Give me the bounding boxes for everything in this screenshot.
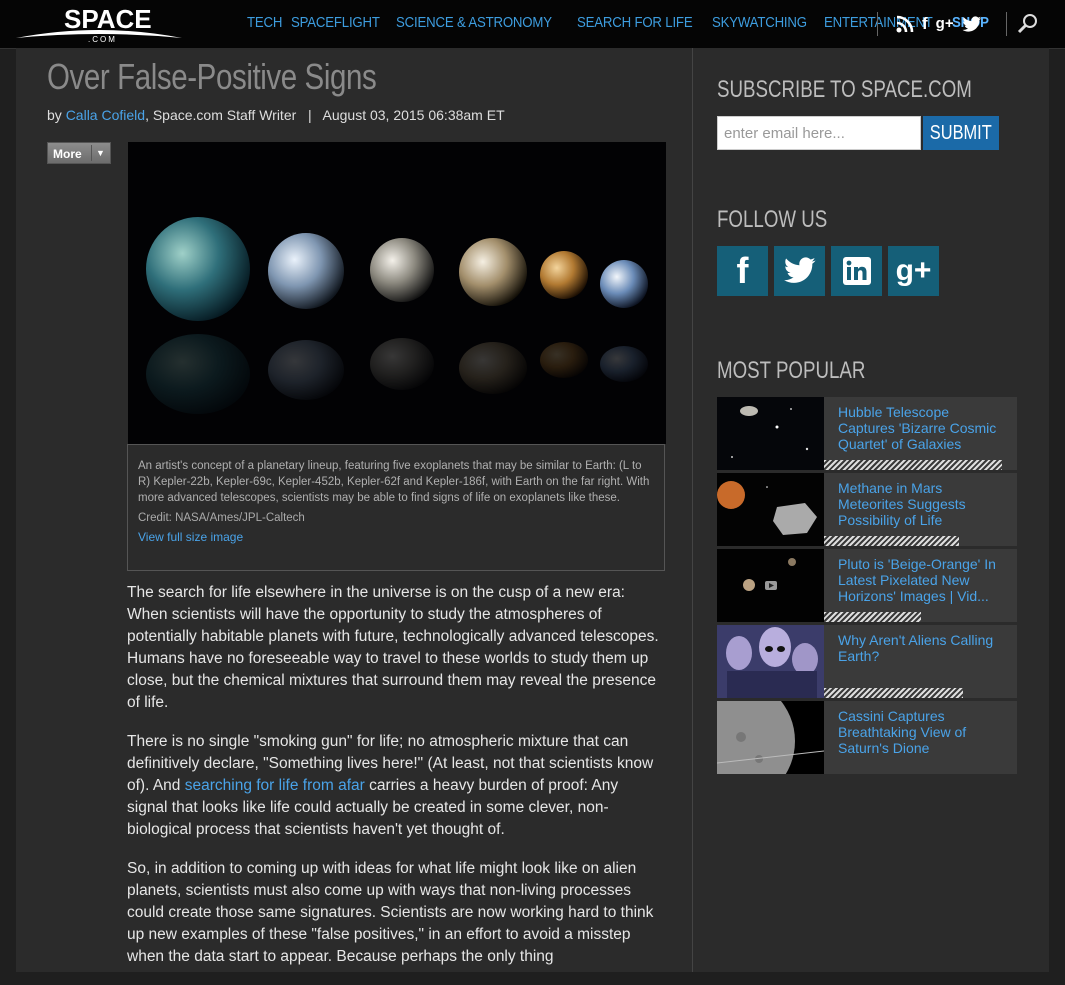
paragraph-1: The search for life elsewhere in the uni… (127, 584, 659, 711)
popular-title[interactable]: Pluto is 'Beige-Orange' In Latest Pixela… (838, 556, 1008, 604)
searching-for-life-link[interactable]: searching for life from afar (185, 777, 365, 794)
logo-sub: .COM (88, 35, 117, 44)
google-plus-icon[interactable]: g+ (888, 246, 939, 296)
follow-heading: FOLLOW US (717, 206, 828, 233)
popular-item[interactable]: Cassini Captures Breathtaking View of Sa… (717, 701, 1017, 774)
popularity-bar (824, 612, 921, 622)
rss-icon[interactable] (896, 15, 914, 33)
popular-thumb-pluto[interactable] (717, 549, 824, 622)
popular-thumb-mars[interactable] (717, 473, 824, 546)
article-date: August 03, 2015 06:38am ET (322, 107, 505, 123)
paragraph-2: There is no single "smoking gun" for lif… (127, 731, 662, 841)
popularity-bar (824, 460, 1002, 470)
nav-science-astronomy[interactable]: SCIENCE & ASTRONOMY (396, 14, 552, 31)
view-full-size-link[interactable]: View full size image (138, 530, 654, 544)
hero-image[interactable] (128, 142, 666, 444)
paragraph-3: So, in addition to coming up with ideas … (127, 860, 654, 965)
article-column: Over False-Positive Signs by Calla Cofie… (16, 48, 693, 972)
popular-thumb-galaxies[interactable] (717, 397, 824, 470)
popular-title[interactable]: Cassini Captures Breathtaking View of Sa… (838, 708, 1008, 756)
popularity-bar (824, 536, 959, 546)
byline: by Calla Cofield, Space.com Staff Writer… (47, 107, 505, 123)
image-caption-box: An artist's concept of a planetary lineu… (127, 444, 665, 571)
popular-item[interactable]: Methane in Mars Meteorites Suggests Poss… (717, 473, 1017, 546)
facebook-icon[interactable]: f (922, 14, 928, 34)
nav-skywatching[interactable]: SKYWATCHING (712, 14, 807, 31)
popular-thumb-dione[interactable] (717, 701, 824, 774)
byline-prefix: by (47, 107, 62, 123)
google-plus-icon[interactable]: g+ (936, 14, 954, 34)
nav-spaceflight[interactable]: SPACEFLIGHT (291, 14, 380, 31)
email-field[interactable] (717, 116, 921, 150)
nav-divider (877, 12, 878, 36)
chevron-down-icon: ▼ (96, 148, 105, 158)
more-share-button[interactable]: More ▼ (47, 142, 111, 164)
nav-search-for-life[interactable]: SEARCH FOR LIFE (577, 14, 693, 31)
popular-item[interactable]: Pluto is 'Beige-Orange' In Latest Pixela… (717, 549, 1017, 622)
sidebar: SUBSCRIBE TO SPACE.COM SUBMIT FOLLOW US … (693, 48, 1049, 972)
popular-title[interactable]: Hubble Telescope Captures 'Bizarre Cosmi… (838, 404, 1008, 452)
byline-separator: | (307, 107, 312, 123)
space-logo[interactable]: SPACE .COM (14, 2, 184, 46)
popular-title[interactable]: Methane in Mars Meteorites Suggests Poss… (838, 480, 1008, 528)
search-icon[interactable] (1016, 12, 1040, 36)
article-body: The search for life elsewhere in the uni… (127, 582, 662, 985)
more-separator (91, 145, 92, 161)
nav-divider-2 (1006, 12, 1007, 36)
popularity-bar (824, 688, 963, 698)
submit-label: SUBMIT (930, 121, 992, 144)
twitter-icon[interactable] (774, 246, 825, 296)
submit-button[interactable]: SUBMIT (923, 116, 999, 150)
image-caption: An artist's concept of a planetary lineu… (138, 460, 650, 504)
popular-item[interactable]: Why Aren't Aliens Calling Earth? (717, 625, 1017, 698)
follow-buttons: f g+ (717, 246, 939, 296)
image-credit: Credit: NASA/Ames/JPL-Caltech (138, 512, 305, 524)
article-headline: Over False-Positive Signs (47, 56, 377, 97)
author-role: , Space.com Staff Writer (145, 107, 297, 123)
more-label: More (53, 147, 82, 161)
logo-text: SPACE (64, 4, 152, 34)
popular-thumb-aliens[interactable] (717, 625, 824, 698)
author-link[interactable]: Calla Cofield (66, 107, 145, 123)
popular-title[interactable]: Why Aren't Aliens Calling Earth? (838, 632, 1008, 664)
nav-tech[interactable]: TECH (247, 14, 282, 31)
top-nav-bar: SPACE .COM TECH SPACEFLIGHT SCIENCE & AS… (0, 0, 1065, 49)
twitter-icon[interactable] (962, 15, 982, 33)
popular-item[interactable]: Hubble Telescope Captures 'Bizarre Cosmi… (717, 397, 1017, 470)
subscribe-heading: SUBSCRIBE TO SPACE.COM (717, 76, 972, 103)
popular-heading: MOST POPULAR (717, 357, 866, 384)
facebook-icon[interactable]: f (717, 246, 768, 296)
header-social: f g+ (896, 14, 982, 34)
most-popular-list: Hubble Telescope Captures 'Bizarre Cosmi… (717, 397, 1017, 777)
linkedin-icon[interactable] (831, 246, 882, 296)
